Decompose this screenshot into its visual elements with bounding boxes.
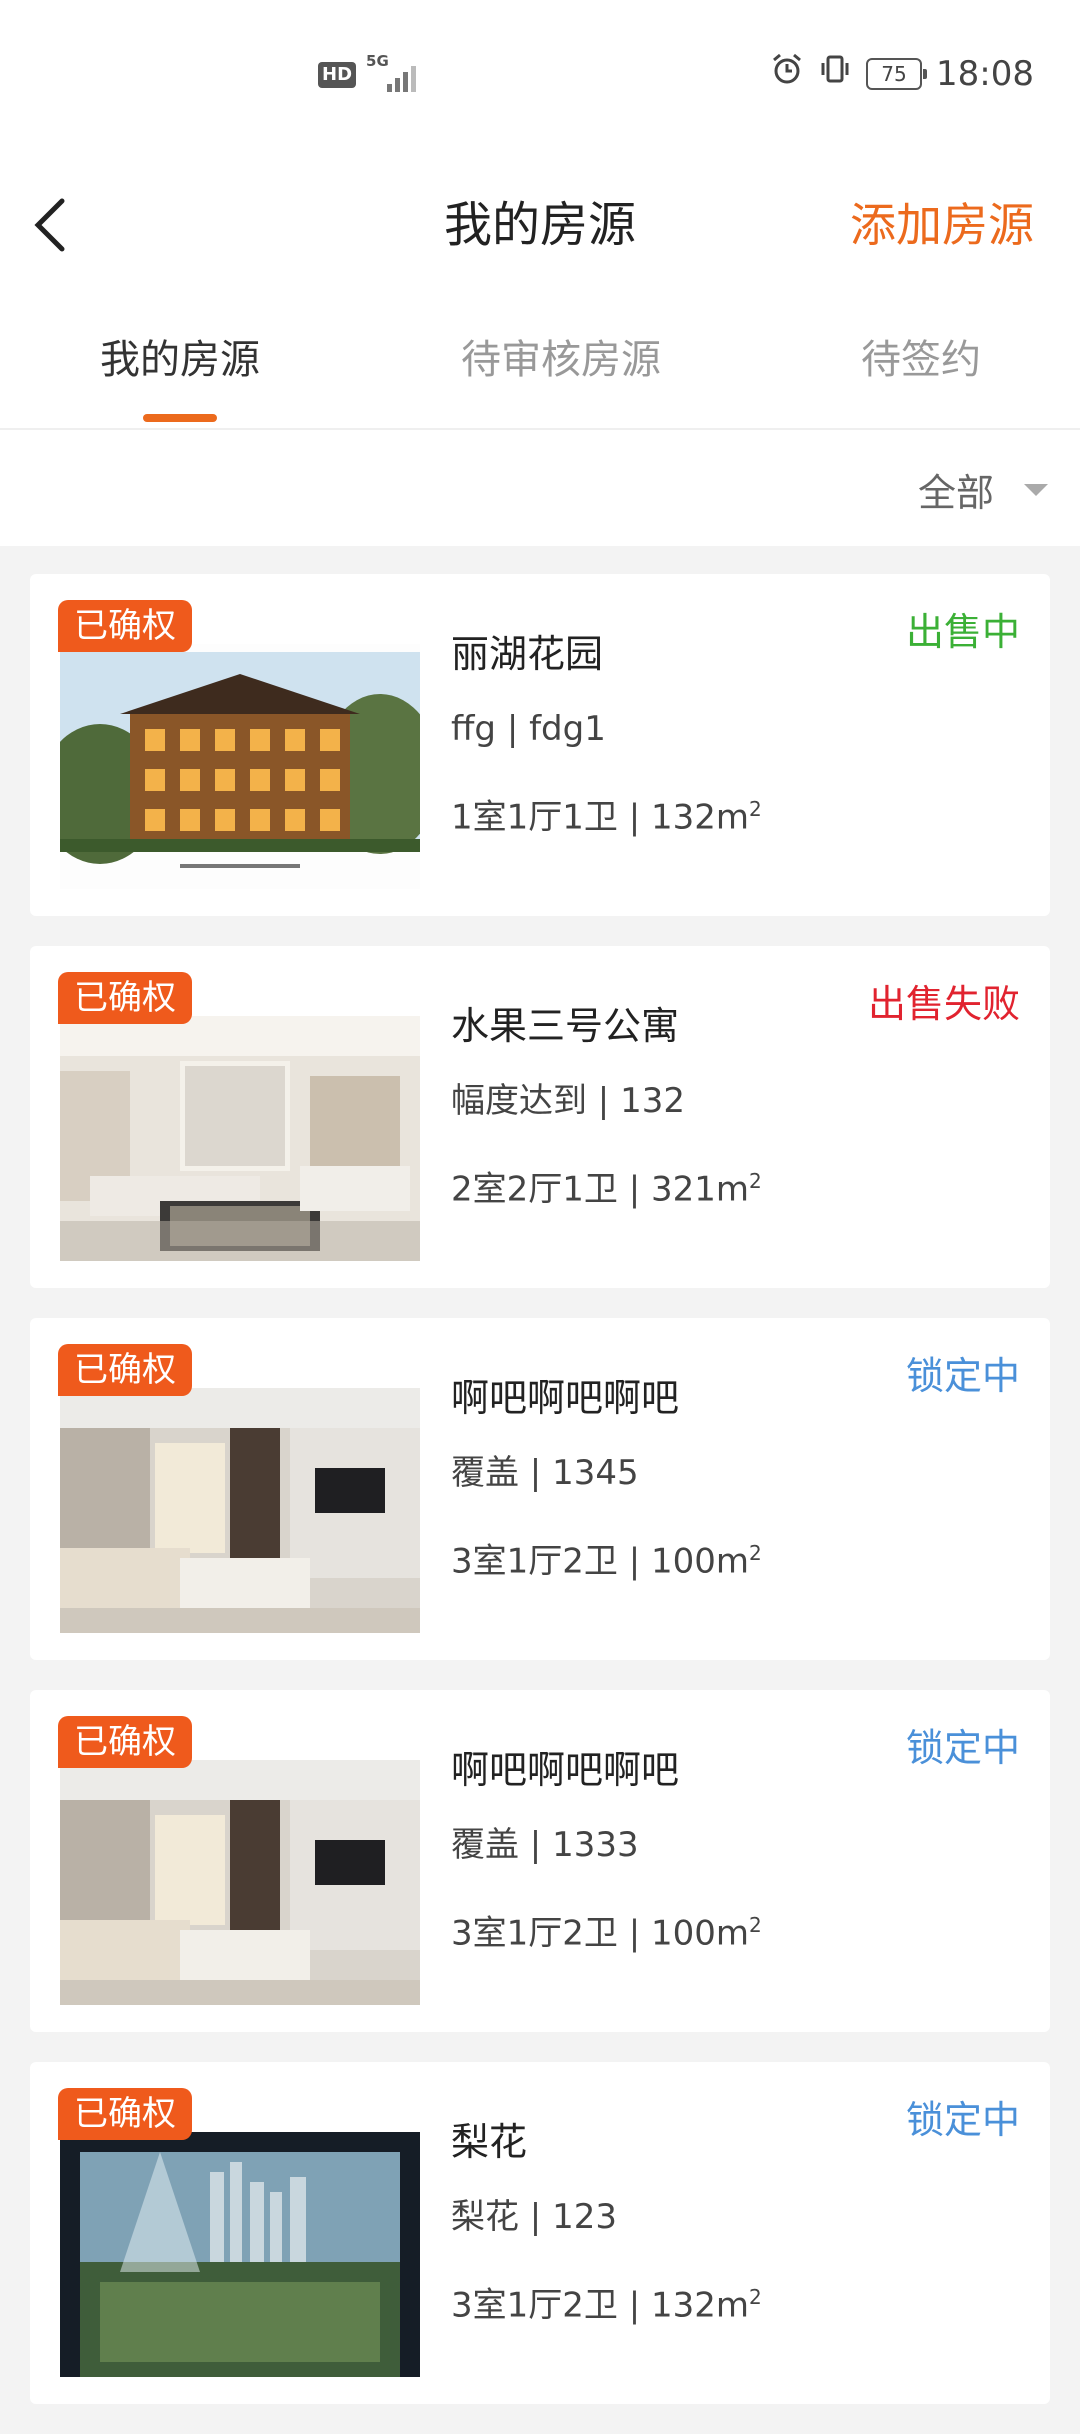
tab-pending-sign[interactable]: 待签约 — [861, 330, 981, 390]
listing-status: 锁定中 — [905, 2098, 1020, 2142]
listing-card[interactable]: 已确权 水果三号公寓 幅度达到 | 132 2室2厅1卫 | 321m2 出售失… — [30, 946, 1050, 1288]
verified-badge: 已确权 — [58, 1344, 192, 1396]
listing-card[interactable]: 已确权 啊吧啊吧啊吧 覆盖 | 1345 3室1厅2卫 | 100m2 锁定中 — [30, 1318, 1050, 1660]
verified-badge: 已确权 — [58, 2088, 192, 2140]
tab-indicator — [143, 414, 217, 422]
add-listing-button[interactable]: 添加房源 — [850, 190, 1034, 260]
status-left: HD 5G — [318, 52, 417, 92]
listing-photo — [60, 644, 420, 889]
listing-subtitle: 幅度达到 | 132 — [451, 1081, 685, 1121]
verified-badge: 已确权 — [58, 600, 192, 652]
listing-subtitle: 覆盖 | 1345 — [451, 1453, 639, 1493]
listing-subtitle: ffg | fdg1 — [451, 709, 606, 749]
listing-photo — [60, 2132, 420, 2377]
listing-photo — [60, 1760, 420, 2005]
signal-icon: 5G — [366, 52, 417, 92]
listing-list: 已确权 丽湖花园 ffg | fdg1 1室1厅1卫 | 132m2 出售中 已… — [0, 574, 1080, 2434]
listing-title: 啊吧啊吧啊吧 — [451, 1748, 680, 1792]
listing-card[interactable]: 已确权 丽湖花园 ffg | fdg1 1室1厅1卫 | 132m2 出售中 — [30, 574, 1050, 916]
listing-spec: 1室1厅1卫 | 132m2 — [451, 797, 762, 838]
filter-dropdown[interactable]: 全部 — [918, 462, 1048, 517]
battery-icon: 75 — [866, 57, 928, 90]
verified-badge: 已确权 — [58, 1716, 192, 1768]
listing-title: 啊吧啊吧啊吧 — [451, 1376, 680, 1420]
network-label: 5G — [366, 52, 389, 70]
filter-label: 全部 — [917, 471, 994, 515]
listing-card[interactable]: 已确权 啊吧啊吧啊吧 覆盖 | 1333 3室1厅2卫 | 100m2 锁定中 — [30, 1690, 1050, 2032]
listing-spec: 3室1厅2卫 | 100m2 — [451, 1913, 762, 1954]
verified-badge: 已确权 — [58, 972, 192, 1024]
listing-status: 出售中 — [905, 610, 1020, 654]
listing-status: 锁定中 — [905, 1726, 1020, 1770]
listing-spec: 2室2厅1卫 | 321m2 — [451, 1169, 762, 1210]
listing-subtitle: 梨花 | 123 — [451, 2197, 617, 2237]
status-bar: HD 5G 75 18:08 — [0, 0, 1080, 160]
listing-status: 出售失败 — [867, 982, 1020, 1026]
status-right: 75 18:08 — [770, 52, 1034, 95]
listing-spec: 3室1厅2卫 | 132m2 — [451, 2285, 762, 2326]
filter-bar: 全部 — [0, 430, 1080, 546]
vibrate-icon — [818, 52, 852, 95]
listing-spec: 3室1厅2卫 | 100m2 — [451, 1541, 762, 1582]
listing-title: 水果三号公寓 — [451, 1004, 680, 1048]
listing-card[interactable]: 已确权 梨花 梨花 | 123 3室1厅2卫 | 132m2 锁定中 — [30, 2062, 1050, 2404]
caret-down-icon — [1024, 483, 1048, 496]
listing-photo — [60, 1388, 420, 1633]
alarm-icon — [770, 52, 804, 95]
tab-pending-review[interactable]: 待审核房源 — [461, 330, 661, 390]
listing-status: 锁定中 — [905, 1354, 1020, 1398]
app-header: 我的房源 添加房源 — [0, 160, 1080, 290]
listing-photo — [60, 1016, 420, 1261]
listing-subtitle: 覆盖 | 1333 — [451, 1825, 639, 1865]
hd-badge: HD — [318, 62, 357, 88]
clock: 18:08 — [936, 53, 1034, 94]
tab-bar: 我的房源 待审核房源 待签约 — [0, 290, 1080, 430]
listing-title: 丽湖花园 — [451, 632, 604, 676]
tab-my-listings[interactable]: 我的房源 — [100, 330, 260, 390]
listing-title: 梨花 — [451, 2120, 528, 2164]
